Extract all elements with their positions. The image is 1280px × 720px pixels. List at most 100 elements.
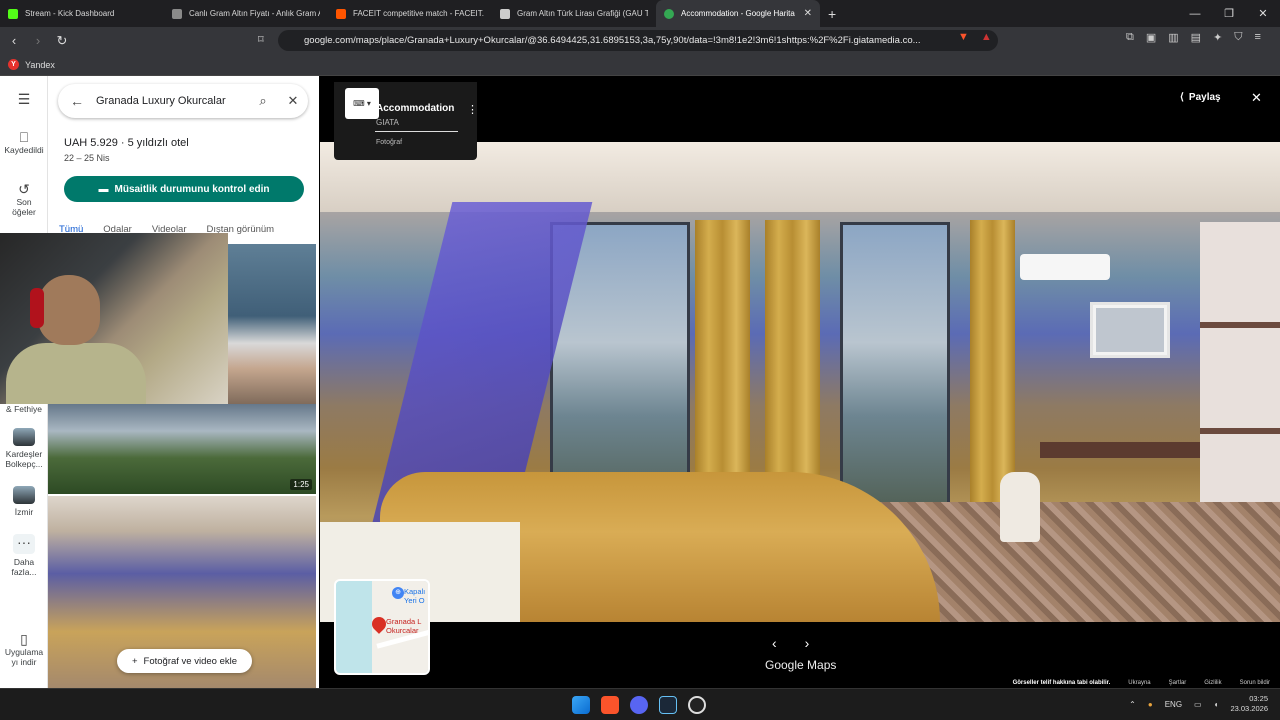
check-availability-label: Müsaitlik durumunu kontrol edin — [114, 183, 270, 195]
yandex-icon: Y — [8, 59, 19, 70]
menu-button[interactable]: ☰ — [0, 91, 48, 107]
volume-icon[interactable]: ◖ — [1214, 700, 1219, 709]
clock-date: 23.03.2026 — [1230, 704, 1268, 713]
history-icon: ↺ — [18, 181, 30, 197]
stay-dates[interactable]: 22 – 25 Nis — [64, 153, 110, 163]
tab-search-icon[interactable]: ▣ — [1146, 31, 1156, 44]
rail-get-app[interactable]: ▯ Uygulama yı indir — [0, 632, 48, 667]
rail-saved[interactable]: ⎕ Kaydedildi — [0, 129, 48, 155]
rail-recent[interactable]: ↺ Son öğeler — [0, 181, 48, 217]
microphone-icon[interactable]: ● — [1148, 700, 1153, 709]
rail-fethiye[interactable]: & Fethiye — [0, 404, 48, 414]
rail-kardesler-label-1: Kardeşler — [5, 449, 43, 459]
language-indicator[interactable]: ENG — [1165, 700, 1182, 709]
headset-icon — [30, 288, 44, 328]
faceit-favicon-icon — [336, 8, 346, 19]
obs-icon[interactable] — [688, 696, 706, 714]
bookmark-icon[interactable]: ⌑ — [258, 33, 264, 46]
footer-region[interactable]: Ukrayna — [1128, 680, 1150, 686]
poi-label: Kapalı Yeri O — [404, 587, 425, 605]
plus-icon: + — [131, 655, 138, 667]
keyboard-icon[interactable]: ⌨ ▾ — [345, 88, 379, 119]
rail-kardesler-label-2: Bolkepç... — [5, 459, 43, 469]
extensions-icon[interactable]: ⧉ — [1126, 31, 1134, 44]
back-arrow-icon[interactable]: ← — [58, 93, 96, 109]
vpn-icon[interactable]: ⛉ — [1234, 31, 1242, 44]
forward-icon[interactable]: › — [28, 33, 48, 48]
photo-desk — [1040, 442, 1200, 458]
hamburger-icon: ☰ — [17, 91, 31, 107]
next-photo-icon[interactable]: › — [805, 635, 810, 651]
place-label-2: Okurcalar — [386, 626, 419, 635]
tab-gram-altin[interactable]: Canlı Gram Altın Fiyatı - Anlık Gram A — [164, 0, 328, 27]
rail-more[interactable]: ··· Daha fazla... — [0, 534, 48, 577]
more-icon: ··· — [13, 534, 35, 554]
network-icon[interactable]: ▭ — [1194, 700, 1202, 709]
photo-source[interactable]: GIATA — [376, 118, 399, 127]
back-icon[interactable]: ‹ — [4, 33, 24, 48]
close-window-icon[interactable]: ✕ — [1246, 0, 1280, 27]
search-input[interactable]: Granada Luxury Okurcalar — [96, 95, 248, 107]
check-availability-button[interactable]: ▬ Müsaitlik durumunu kontrol edin — [64, 176, 304, 202]
search-icon[interactable]: ⌕ — [248, 93, 278, 109]
previous-photo-icon[interactable]: ‹ — [772, 635, 777, 651]
brave-shield-icon[interactable]: ▼ ▲ — [958, 31, 992, 43]
clock[interactable]: 03:25 23.03.2026 — [1230, 694, 1268, 714]
photo-category: Fotoğraf — [376, 139, 403, 146]
address-bar[interactable]: google.com/maps/place/Granada+Luxury+Oku… — [278, 30, 998, 51]
video-duration: 1:25 — [290, 479, 312, 490]
photo-window — [840, 222, 950, 522]
photo-thumbnail[interactable] — [228, 244, 316, 404]
minimize-icon[interactable]: — — [1178, 0, 1212, 27]
add-photo-label: Fotoğraf ve video ekle — [143, 655, 238, 667]
google-maps-favicon-icon — [664, 8, 674, 19]
browser-tab-strip: Stream - Kick Dashboard Canlı Gram Altın… — [0, 0, 1280, 27]
maximize-icon[interactable]: ❐ — [1212, 0, 1246, 27]
bookmark-outline-icon: ⎕ — [19, 129, 29, 145]
google-maps-logo: Google Maps — [765, 658, 837, 672]
sidebar-icon[interactable]: ▥ — [1168, 31, 1178, 44]
chart-favicon-icon — [500, 8, 510, 19]
wallet-icon[interactable]: ▤ — [1191, 31, 1201, 44]
hotel-room-photo — [320, 142, 1280, 622]
windows-start-icon[interactable] — [572, 696, 590, 714]
photo-air-conditioner — [1020, 254, 1110, 280]
video-thumbnail[interactable]: 1:25 — [48, 404, 316, 494]
rail-saved-label: Kaydedildi — [4, 145, 44, 155]
tab-title: Stream - Kick Dashboard — [25, 9, 115, 18]
more-options-icon[interactable]: ⋮ — [467, 103, 478, 116]
new-tab-button[interactable]: + — [828, 6, 836, 22]
streamer-body — [6, 343, 146, 404]
footer-privacy[interactable]: Gizlilik — [1204, 680, 1221, 686]
brave-browser-icon[interactable] — [601, 696, 619, 714]
steam-icon[interactable] — [659, 696, 677, 714]
window-controls: — ❐ ✕ — [1178, 0, 1280, 27]
clear-search-icon[interactable]: ✕ — [278, 93, 308, 109]
place-thumbnail — [13, 486, 35, 504]
footer-report[interactable]: Sorun bildir — [1240, 680, 1270, 686]
tab-faceit[interactable]: FACEIT competitive match - FACEIT.c — [328, 0, 492, 27]
tab-kick-dashboard[interactable]: Stream - Kick Dashboard — [0, 0, 164, 27]
tab-gram-altin-chart[interactable]: Gram Altın Türk Lirası Grafiği (GAU Ti — [492, 0, 656, 27]
tab-title: Gram Altın Türk Lirası Grafiği (GAU Ti — [517, 9, 648, 18]
discord-icon[interactable] — [630, 696, 648, 714]
footer-terms[interactable]: Şartlar — [1169, 680, 1187, 686]
place-label: Granada L Okurcalar — [386, 617, 421, 635]
shopping-pin-icon: ⊕ — [392, 587, 404, 599]
chevron-up-icon[interactable]: ⌃ — [1129, 700, 1136, 709]
menu-icon[interactable]: ≡ — [1255, 31, 1261, 44]
tab-google-maps[interactable]: Accommodation - Google Harita ✕ — [656, 0, 820, 27]
bookmark-yandex[interactable]: Yandex — [25, 60, 55, 70]
close-tab-icon[interactable]: ✕ — [804, 8, 812, 19]
photo-curtain — [970, 220, 1015, 510]
reload-icon[interactable]: ↻ — [52, 33, 72, 49]
rail-kardesler[interactable]: Kardeşler Bolkepç... — [0, 428, 48, 469]
photo-info-card: ⌨ ▾ Accommodation GIATA Fotoğraf ⋮ — [334, 82, 478, 160]
share-button[interactable]: ⟨ Paylaş — [1180, 92, 1221, 103]
close-viewer-icon[interactable]: ✕ — [1251, 90, 1262, 106]
leo-icon[interactable]: ✦ — [1213, 31, 1222, 44]
poi-label-2: Yeri O — [404, 596, 425, 605]
mini-map[interactable]: ⊕ Kapalı Yeri O Granada L Okurcalar — [334, 579, 430, 675]
add-photo-video-button[interactable]: + Fotoğraf ve video ekle — [117, 649, 252, 673]
rail-izmir[interactable]: İzmir — [0, 486, 48, 517]
